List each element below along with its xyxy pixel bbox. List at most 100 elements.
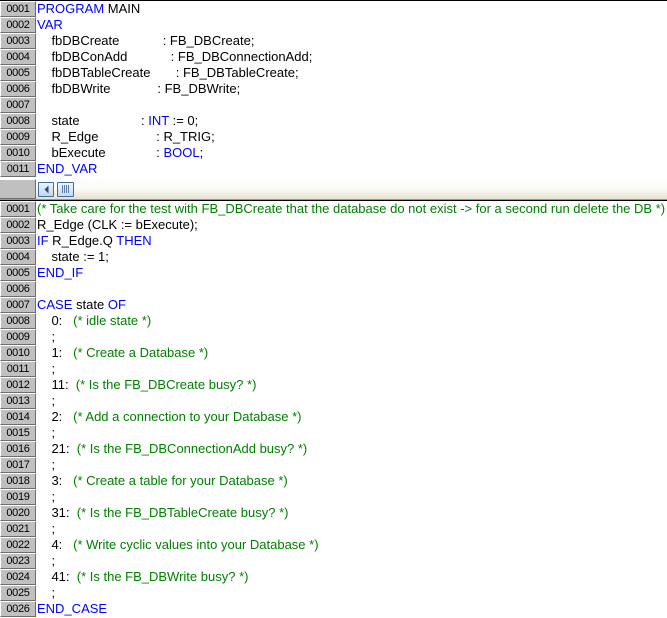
line-content[interactable]: 1: (* Create a Database *) [36,345,667,361]
implementation-pane[interactable]: 0001 (* Take care for the test with FB_DB… [0,200,667,618]
code-line[interactable]: 0010 1: (* Create a Database *) [0,345,667,361]
line-content[interactable]: ; [36,489,667,505]
keyword-token: THEN [116,233,152,248]
line-content[interactable]: 0: (* idle state *) [36,313,667,329]
code-line[interactable]: 0013 ; [0,393,667,409]
line-content[interactable]: fbDBCreate : FB_DBCreate; [36,33,667,49]
line-number: 0024 [0,569,36,585]
code-line[interactable]: 0019 ; [0,489,667,505]
line-content[interactable]: ; [36,457,667,473]
keyword-token: PROGRAM [37,1,108,16]
line-content[interactable]: 2: (* Add a connection to your Database … [36,409,667,425]
code-token: ; [37,425,56,440]
code-line[interactable]: 0020 31: (* Is the FB_DBTableCreate busy… [0,505,667,521]
code-line[interactable]: 0001 PROGRAM MAIN [0,1,667,17]
code-token: ; [37,361,56,376]
line-content[interactable]: IF R_Edge.Q THEN [36,233,667,249]
line-content[interactable]: END_VAR [36,161,667,177]
declaration-pane[interactable]: 0001 PROGRAM MAIN 0002 VAR 0003 fbDBCreate :… [0,1,667,179]
line-content[interactable]: 21: (* Is the FB_DBConnectionAdd busy? *… [36,441,667,457]
line-content[interactable]: ; [36,521,667,537]
line-content[interactable] [36,281,667,297]
code-line[interactable]: 0005 fbDBTableCreate : FB_DBTableCreate; [0,65,667,81]
line-content[interactable]: (* Take care for the test with FB_DBCrea… [36,201,667,217]
line-content[interactable]: END_CASE [36,601,667,617]
code-line[interactable]: 0025 ; [0,585,667,601]
code-line[interactable]: 0009 R_Edge : R_TRIG; [0,129,667,145]
code-line[interactable]: 0011 END_VAR [0,161,667,177]
code-line[interactable]: 0023 ; [0,553,667,569]
line-number: 0025 [0,585,36,601]
line-content[interactable]: fbDBConAdd : FB_DBConnectionAdd; [36,49,667,65]
line-content[interactable]: ; [36,425,667,441]
code-line[interactable]: 0017 ; [0,457,667,473]
line-number: 0008 [0,113,36,129]
code-line[interactable]: 0012 11: (* Is the FB_DBCreate busy? *) [0,377,667,393]
line-content[interactable]: fbDBTableCreate : FB_DBTableCreate; [36,65,667,81]
line-content[interactable]: 3: (* Create a table for your Database *… [36,473,667,489]
code-line[interactable]: 0004 fbDBConAdd : FB_DBConnectionAdd; [0,49,667,65]
line-number: 0015 [0,425,36,441]
code-line[interactable]: 0009 ; [0,329,667,345]
code-line[interactable]: 0021 ; [0,521,667,537]
code-line[interactable]: 0006 fbDBWrite : FB_DBWrite; [0,81,667,97]
line-content[interactable]: state := 1; [36,249,667,265]
code-line[interactable]: 0004 state := 1; [0,249,667,265]
code-line[interactable]: 0024 41: (* Is the FB_DBWrite busy? *) [0,569,667,585]
line-number: 0007 [0,297,36,313]
scrollbar-thumb[interactable] [57,181,74,197]
code-line[interactable]: 0008 0: (* idle state *) [0,313,667,329]
code-line[interactable]: 0003 fbDBCreate : FB_DBCreate; [0,33,667,49]
line-content[interactable]: ; [36,585,667,601]
line-content[interactable] [36,97,667,113]
line-content[interactable]: R_Edge : R_TRIG; [36,129,667,145]
line-content[interactable]: 31: (* Is the FB_DBTableCreate busy? *) [36,505,667,521]
keyword-token: IF [37,233,49,248]
code-line[interactable]: 0011 ; [0,361,667,377]
code-token: 11: [37,377,76,392]
keyword-token: INT [148,113,169,128]
comment-token: (* Add a connection to your Database *) [73,409,302,424]
code-line[interactable]: 0002 VAR [0,17,667,33]
line-number: 0007 [0,97,36,113]
code-line[interactable]: 0001 (* Take care for the test with FB_DB… [0,201,667,217]
code-line[interactable]: 0005 END_IF [0,265,667,281]
code-line[interactable]: 0007 [0,97,667,113]
line-content[interactable]: CASE state OF [36,297,667,313]
code-line[interactable]: 0008 state : INT := 0; [0,113,667,129]
code-line[interactable]: 0003 IF R_Edge.Q THEN [0,233,667,249]
line-content[interactable]: END_IF [36,265,667,281]
code-line[interactable]: 0015 ; [0,425,667,441]
code-line[interactable]: 0026 END_CASE [0,601,667,617]
code-line[interactable]: 0018 3: (* Create a table for your Datab… [0,473,667,489]
line-content[interactable]: ; [36,553,667,569]
code-token: ; [37,489,56,504]
line-content[interactable]: state : INT := 0; [36,113,667,129]
code-token: ; [37,521,56,536]
line-number: 0006 [0,281,36,297]
code-line[interactable]: 0006 [0,281,667,297]
code-line[interactable]: 0002 R_Edge (CLK := bExecute); [0,217,667,233]
line-content[interactable]: PROGRAM MAIN [36,1,667,17]
line-content[interactable]: 4: (* Write cyclic values into your Data… [36,537,667,553]
line-content[interactable]: 41: (* Is the FB_DBWrite busy? *) [36,569,667,585]
line-content[interactable]: bExecute : BOOL; [36,145,667,161]
code-line[interactable]: 0022 4: (* Write cyclic values into your… [0,537,667,553]
code-line[interactable]: 0014 2: (* Add a connection to your Data… [0,409,667,425]
code-line[interactable]: 0016 21: (* Is the FB_DBConnectionAdd bu… [0,441,667,457]
line-content[interactable]: ; [36,361,667,377]
line-content[interactable]: VAR [36,17,667,33]
line-content[interactable]: fbDBWrite : FB_DBWrite; [36,81,667,97]
code-line[interactable]: 0007 CASE state OF [0,297,667,313]
keyword-token: END_CASE [37,601,108,616]
declaration-horizontal-scrollbar[interactable] [0,179,667,200]
line-content[interactable]: ; [36,329,667,345]
line-content[interactable]: 11: (* Is the FB_DBCreate busy? *) [36,377,667,393]
chevron-left-icon[interactable] [38,181,54,197]
code-line[interactable]: 0010 bExecute : BOOL; [0,145,667,161]
line-content[interactable]: ; [36,393,667,409]
line-number: 0010 [0,345,36,361]
line-content[interactable]: R_Edge (CLK := bExecute); [36,217,667,233]
line-number: 0003 [0,33,36,49]
scrollbar-track[interactable] [36,179,667,199]
